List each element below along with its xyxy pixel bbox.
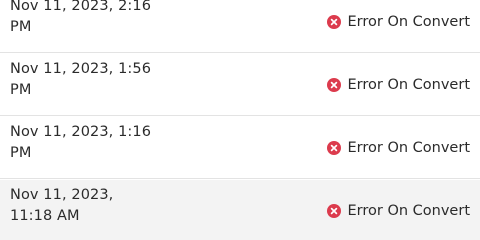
row-date: Nov 11, 2023, 2:16 PM bbox=[10, 0, 152, 35]
status-badge: Error On Convert bbox=[326, 0, 471, 52]
conversion-history-list: Nov 11, 2023, 2:16 PM Error On Convert N… bbox=[0, 0, 480, 240]
status-label: Error On Convert bbox=[347, 139, 471, 156]
status-badge: Error On Convert bbox=[326, 117, 471, 178]
error-x-circle-icon bbox=[326, 140, 341, 155]
row-date: Nov 11, 2023, 1:56 PM bbox=[10, 61, 152, 98]
row-date: Nov 11, 2023, 11:18 AM bbox=[10, 187, 114, 224]
status-badge: Error On Convert bbox=[326, 54, 471, 115]
list-item[interactable]: Nov 11, 2023, 1:56 PM Error On Convert bbox=[0, 54, 480, 116]
status-label: Error On Convert bbox=[347, 13, 471, 30]
error-x-circle-icon bbox=[326, 14, 341, 29]
status-label: Error On Convert bbox=[347, 203, 471, 219]
list-item[interactable]: Nov 11, 2023, 11:18 AM Error On Convert bbox=[0, 180, 480, 240]
error-x-circle-icon bbox=[326, 77, 341, 92]
error-x-circle-icon bbox=[326, 204, 341, 218]
list-item[interactable]: Nov 11, 2023, 1:16 PM Error On Convert bbox=[0, 117, 480, 179]
status-label: Error On Convert bbox=[347, 76, 471, 93]
status-badge: Error On Convert bbox=[326, 180, 471, 240]
list-item[interactable]: Nov 11, 2023, 2:16 PM Error On Convert bbox=[0, 0, 480, 53]
row-date: Nov 11, 2023, 1:16 PM bbox=[10, 124, 152, 161]
